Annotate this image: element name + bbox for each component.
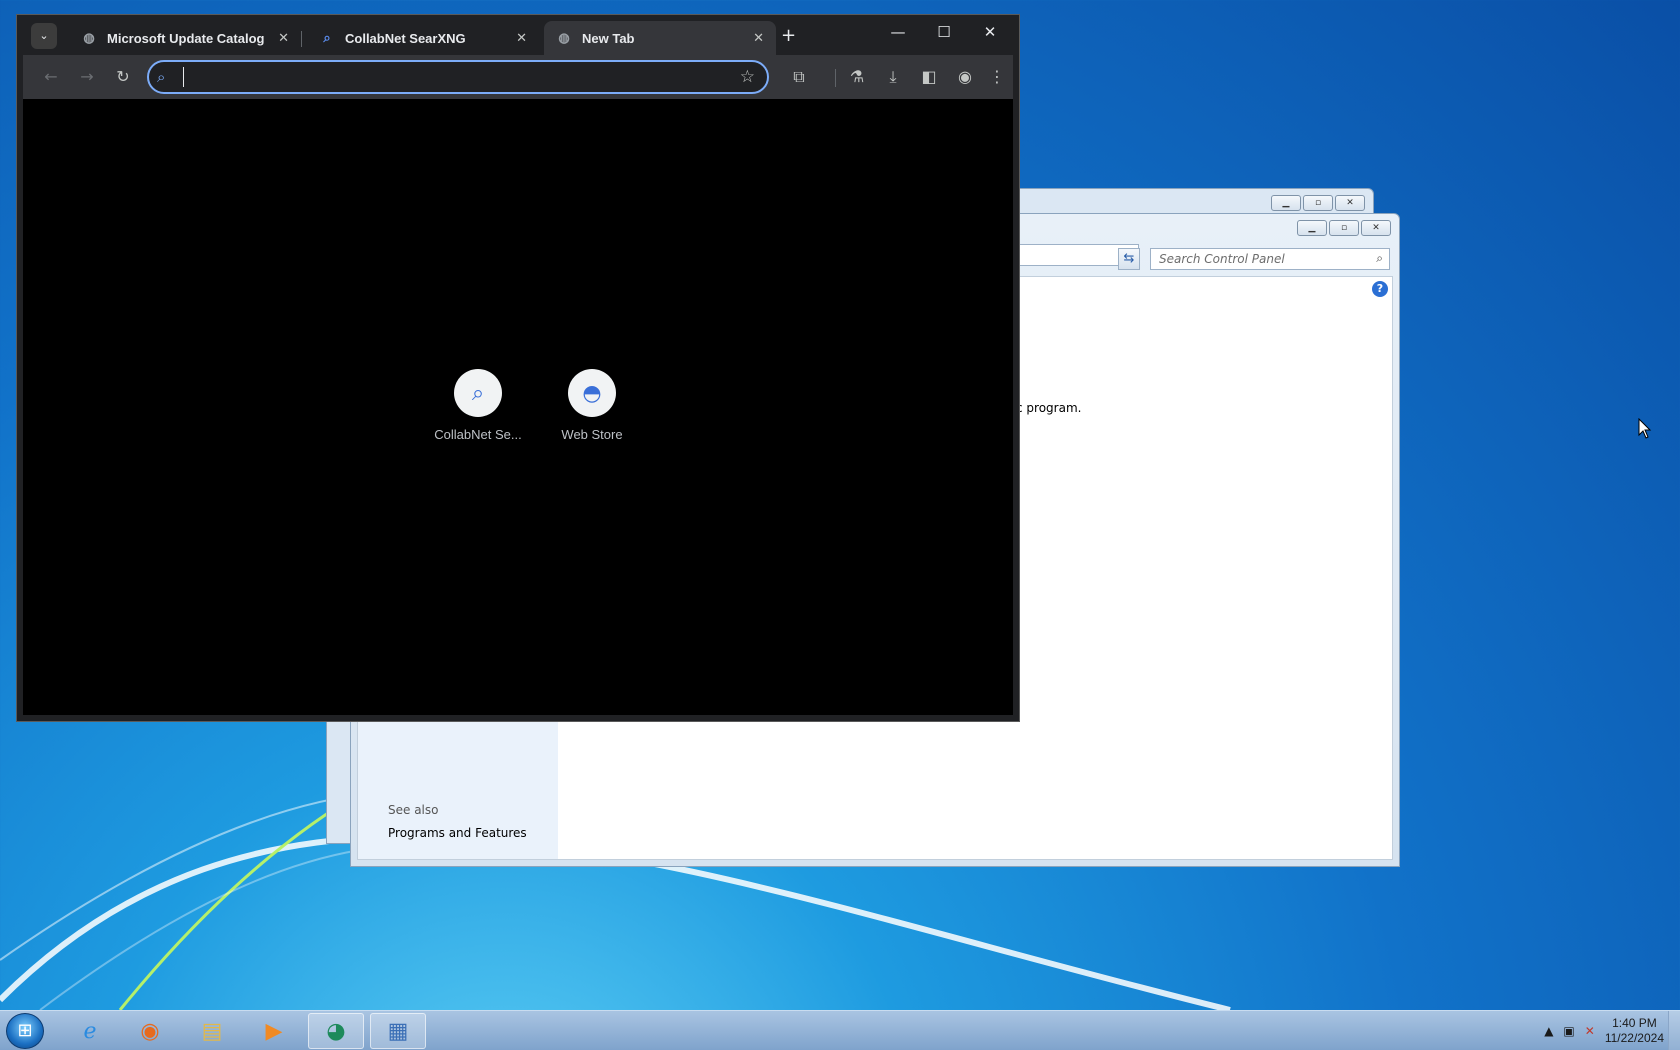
- help-icon[interactable]: ?: [1372, 281, 1388, 297]
- back-icon[interactable]: ←: [39, 65, 63, 89]
- chrome-window: ⌄ ◍ Microsoft Update Catalog ✕ ⌕ CollabN…: [16, 14, 1020, 722]
- firefox-icon[interactable]: ◉: [122, 1013, 178, 1049]
- desktop-icon[interactable]: [0, 330, 16, 370]
- volume-muted-icon[interactable]: ✕: [1585, 1024, 1595, 1038]
- mouse-cursor-icon: [1638, 418, 1652, 439]
- clock-date: 11/22/2024: [1604, 1031, 1664, 1045]
- clock-time: 1:40 PM: [1612, 1016, 1657, 1030]
- tab-collabnet-searxng[interactable]: ⌕ CollabNet SearXNG ✕: [307, 21, 539, 55]
- internet-explorer-icon[interactable]: ℯ: [62, 1013, 118, 1049]
- content-text: c program.: [1016, 401, 1082, 415]
- shortcut-web-store[interactable]: ◓ Web Store: [537, 369, 647, 442]
- taskbar: ⊞ ℯ ◉ ▤ ▶ ◕ ▦ ▲ ▣ ✕ 1:40 PM 11/22/2024: [0, 1010, 1680, 1050]
- tab-strip: ⌄ ◍ Microsoft Update Catalog ✕ ⌕ CollabN…: [17, 15, 1019, 55]
- web-store-icon: ◓: [568, 369, 616, 417]
- close-button[interactable]: ✕: [1361, 220, 1391, 236]
- window-caption-buttons: ▁ ▫ ✕: [1297, 220, 1391, 236]
- desktop-icon[interactable]: [0, 222, 16, 262]
- omnibox-input[interactable]: [183, 67, 723, 87]
- menu-kebab-icon[interactable]: ⋮: [985, 65, 1009, 89]
- download-icon[interactable]: ⤓: [881, 65, 905, 89]
- tab-separator: [301, 31, 302, 47]
- system-tray: ▲ ▣ ✕ 1:40 PM 11/22/2024: [1544, 1015, 1664, 1047]
- file-explorer-icon[interactable]: ▤: [184, 1013, 240, 1049]
- show-hidden-icons-icon[interactable]: ▲: [1544, 1024, 1553, 1038]
- extensions-icon[interactable]: ⧉: [787, 65, 811, 89]
- close-button[interactable]: ✕: [967, 23, 1013, 41]
- desktop-icon[interactable]: [0, 58, 16, 98]
- tab-title: New Tab: [582, 30, 635, 46]
- chrome-icon[interactable]: ◕: [308, 1013, 364, 1049]
- search-icon: ⌕: [157, 68, 166, 86]
- close-tab-icon[interactable]: ✕: [278, 30, 289, 46]
- tab-new-tab[interactable]: ◍ New Tab ✕: [544, 21, 776, 55]
- forward-icon[interactable]: →: [75, 65, 99, 89]
- programs-and-features-link[interactable]: Programs and Features: [388, 826, 527, 840]
- search-control-panel-input[interactable]: Search Control Panel ⌕: [1150, 248, 1390, 270]
- maximize-button[interactable]: ▫: [1329, 220, 1359, 236]
- new-tab-button[interactable]: +: [781, 25, 796, 46]
- control-panel-icon[interactable]: ▦: [370, 1013, 426, 1049]
- toolbar-divider: [835, 69, 836, 87]
- reload-icon[interactable]: ↻: [111, 65, 135, 89]
- search-placeholder: Search Control Panel: [1159, 252, 1285, 266]
- omnibox[interactable]: ⌕ ☆: [147, 60, 769, 94]
- globe-icon: ◍: [83, 30, 95, 45]
- tab-title: CollabNet SearXNG: [345, 30, 466, 46]
- media-player-icon[interactable]: ▶: [246, 1013, 302, 1049]
- start-button[interactable]: ⊞: [6, 1013, 44, 1049]
- new-tab-page: ⌕ CollabNet Se... ◓ Web Store: [23, 99, 1013, 715]
- maximize-button[interactable]: ☐: [921, 23, 967, 41]
- close-tab-icon[interactable]: ✕: [753, 30, 764, 46]
- minimize-button[interactable]: ▁: [1297, 220, 1327, 236]
- tab-microsoft-update-catalog[interactable]: ◍ Microsoft Update Catalog ✕: [69, 21, 301, 55]
- browser-toolbar: ← → ↻ ⌕ ☆ ⧉ ⚗ ⤓ ◧ ◉ ⋮: [23, 55, 1013, 99]
- tab-search-button[interactable]: ⌄: [31, 23, 57, 49]
- minimize-button[interactable]: —: [875, 23, 921, 41]
- side-panel-icon[interactable]: ◧: [917, 65, 941, 89]
- minimize-button[interactable]: ▁: [1271, 195, 1301, 211]
- shortcut-label: CollabNet Se...: [434, 427, 522, 442]
- see-also-heading: See also: [388, 803, 439, 817]
- window-caption-buttons: ▁ ▫ ✕: [1271, 195, 1365, 211]
- network-icon[interactable]: ▣: [1563, 1024, 1574, 1038]
- search-icon: ⌕: [454, 369, 502, 417]
- globe-icon: ◍: [558, 30, 570, 45]
- profile-avatar-icon[interactable]: ◉: [953, 65, 977, 89]
- bookmark-star-icon[interactable]: ☆: [740, 67, 755, 87]
- clock[interactable]: 1:40 PM 11/22/2024: [1605, 1016, 1664, 1046]
- tab-title: Microsoft Update Catalog: [107, 30, 265, 46]
- show-desktop-button[interactable]: [1668, 1011, 1680, 1050]
- shortcut-collabnet[interactable]: ⌕ CollabNet Se...: [423, 369, 533, 442]
- desktop-icon[interactable]: [0, 540, 16, 580]
- close-tab-icon[interactable]: ✕: [516, 30, 527, 46]
- shortcut-label: Web Store: [561, 427, 623, 442]
- search-icon: ⌕: [323, 30, 331, 45]
- search-icon[interactable]: ⌕: [1376, 251, 1383, 266]
- maximize-button[interactable]: ▫: [1303, 195, 1333, 211]
- close-button[interactable]: ✕: [1335, 195, 1365, 211]
- desktop-icon[interactable]: [0, 440, 16, 480]
- refresh-button[interactable]: ⇆: [1118, 248, 1140, 270]
- labs-flask-icon[interactable]: ⚗: [845, 65, 869, 89]
- desktop-icon[interactable]: [0, 140, 16, 180]
